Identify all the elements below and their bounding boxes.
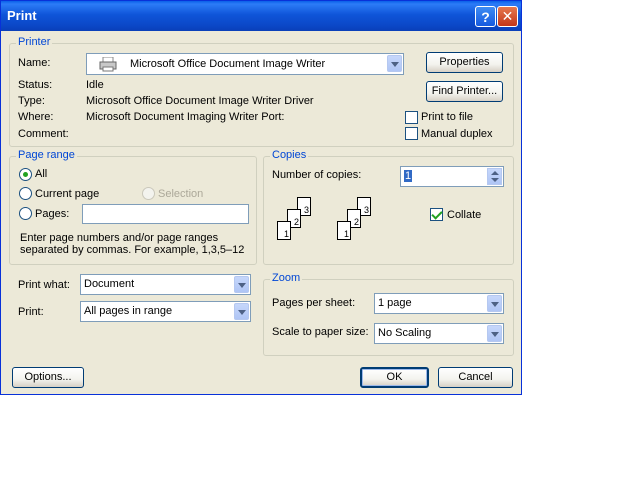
pages-per-sheet-label: Pages per sheet: <box>272 297 356 309</box>
zoom-group: Zoom <box>263 272 514 356</box>
print-what-value: Document <box>84 278 135 290</box>
window-title: Print <box>7 8 37 23</box>
range-current-page-radio[interactable] <box>19 187 32 200</box>
manual-duplex-checkbox[interactable] <box>405 127 418 140</box>
comment-label: Comment: <box>18 128 69 140</box>
find-printer-button[interactable]: Find Printer... <box>426 81 503 102</box>
chevron-down-icon[interactable] <box>234 303 249 320</box>
range-all-label[interactable]: All <box>35 168 47 180</box>
printer-name-label: Name: <box>18 57 51 69</box>
manual-duplex-label[interactable]: Manual duplex <box>421 128 493 140</box>
printer-legend: Printer <box>16 36 53 48</box>
range-selection-radio <box>142 187 155 200</box>
pages-input[interactable] <box>82 204 249 224</box>
printer-icon <box>99 56 117 75</box>
number-of-copies-input[interactable]: 1 <box>400 166 504 187</box>
printer-name-value: Microsoft Office Document Image Writer <box>130 58 326 70</box>
copies-spinner[interactable] <box>487 168 502 185</box>
printer-name-select[interactable]: Microsoft Office Document Image Writer <box>86 53 404 75</box>
collate-checkbox[interactable] <box>430 208 443 221</box>
print-label: Print: <box>18 306 44 318</box>
chevron-up-icon[interactable] <box>491 171 499 175</box>
scale-to-paper-select[interactable]: No Scaling <box>374 323 504 344</box>
close-icon[interactable]: ✕ <box>497 6 518 27</box>
range-pages-label[interactable]: Pages: <box>35 208 69 220</box>
chevron-down-icon[interactable] <box>387 55 402 72</box>
status-label: Status: <box>18 79 53 91</box>
where-label: Where: <box>18 111 54 123</box>
number-of-copies-value: 1 <box>404 170 413 182</box>
scale-to-paper-value: No Scaling <box>378 327 432 339</box>
scale-to-paper-label: Scale to paper size: <box>272 326 369 338</box>
print-dialog: Print ? ✕ Printer Name: Microsoft Office… <box>0 0 522 395</box>
print-what-select[interactable]: Document <box>80 274 251 295</box>
copies-legend: Copies <box>270 149 309 161</box>
title-bar[interactable]: Print ? ✕ <box>1 1 521 31</box>
chevron-down-icon[interactable] <box>234 276 249 293</box>
properties-button[interactable]: Properties <box>426 52 503 73</box>
cancel-button[interactable]: Cancel <box>438 367 513 388</box>
type-value: Microsoft Office Document Image Writer D… <box>86 95 314 107</box>
chevron-down-icon[interactable] <box>487 325 502 342</box>
chevron-down-icon[interactable] <box>491 178 499 182</box>
print-to-file-label[interactable]: Print to file <box>421 111 473 123</box>
type-label: Type: <box>18 95 45 107</box>
print-select[interactable]: All pages in range <box>80 301 251 322</box>
pages-per-sheet-value: 1 page <box>378 297 412 309</box>
pages-per-sheet-select[interactable]: 1 page <box>374 293 504 314</box>
print-value: All pages in range <box>84 305 173 317</box>
chevron-down-icon[interactable] <box>487 295 502 312</box>
options-button[interactable]: Options... <box>12 367 84 388</box>
where-value: Microsoft Document Imaging Writer Port: <box>86 111 285 123</box>
range-selection-label: Selection <box>158 188 204 200</box>
ok-button[interactable]: OK <box>360 367 429 388</box>
help-icon[interactable]: ? <box>475 6 496 27</box>
print-to-file-checkbox[interactable] <box>405 111 418 124</box>
range-pages-radio[interactable] <box>19 207 32 220</box>
number-of-copies-label: Number of copies: <box>272 169 362 181</box>
page-range-help-line2: separated by commas. For example, 1,3,5–… <box>20 244 245 256</box>
page-range-legend: Page range <box>16 149 77 161</box>
range-current-page-label[interactable]: Current page <box>35 188 99 200</box>
print-what-label: Print what: <box>18 279 70 291</box>
page-range-help-line1: Enter page numbers and/or page ranges <box>20 232 219 244</box>
page-icon: 1 <box>277 221 291 240</box>
zoom-legend: Zoom <box>270 272 303 284</box>
page-icon: 1 <box>337 221 351 240</box>
collate-label[interactable]: Collate <box>447 209 481 221</box>
collate-illustration: 3 2 1 3 2 1 <box>275 197 375 249</box>
range-all-radio[interactable] <box>19 168 32 181</box>
status-value: Idle <box>86 79 104 91</box>
